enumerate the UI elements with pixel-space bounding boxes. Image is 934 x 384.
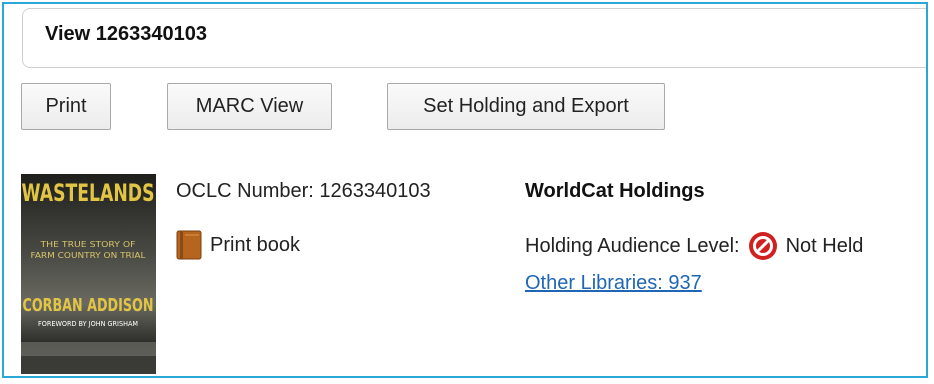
holding-status: Not Held	[785, 234, 864, 257]
oclc-number: OCLC Number: 1263340103	[176, 180, 431, 202]
cover-subtitle-line2: FARM COUNTRY ON TRIAL	[31, 251, 147, 260]
record-view-panel: View 1263340103 Print MARC View Set Hold…	[2, 2, 928, 378]
cover-foreword: FOREWORD BY JOHN GRISHAM	[38, 320, 138, 328]
marc-view-button[interactable]: MARC View	[167, 83, 332, 130]
holdings-title: WorldCat Holdings	[525, 180, 705, 202]
set-holding-export-button[interactable]: Set Holding and Export	[387, 83, 665, 130]
not-held-icon	[748, 232, 777, 260]
print-button[interactable]: Print	[21, 83, 111, 130]
book-icon	[176, 230, 202, 260]
format-row: Print book	[176, 230, 300, 260]
book-cover-art: WASTELANDS THE TRUE STORY OF FARM COUNTR…	[21, 174, 156, 374]
other-libraries-link[interactable]: Other Libraries: 937	[525, 272, 702, 295]
book-cover-image: WASTELANDS THE TRUE STORY OF FARM COUNTR…	[21, 174, 156, 374]
cover-author: CORBAN ADDISON	[23, 295, 154, 316]
format-label: Print book	[210, 233, 301, 256]
cover-subtitle-line1: THE TRUE STORY OF	[39, 240, 136, 249]
holding-level-label: Holding Audience Level:	[525, 234, 740, 257]
title-bar: View 1263340103	[22, 8, 926, 68]
holding-level-row: Holding Audience Level: Not Held	[525, 231, 863, 261]
page-title: View 1263340103	[45, 23, 208, 45]
cover-title: WASTELANDS	[22, 179, 155, 207]
